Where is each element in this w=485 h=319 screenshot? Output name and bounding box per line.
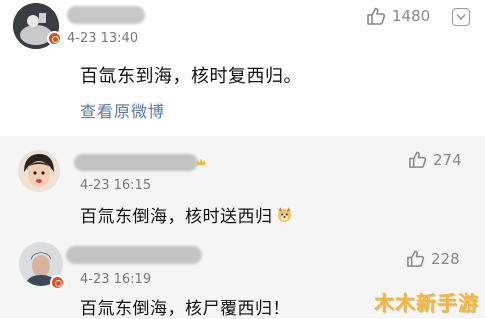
avatar[interactable] [18,150,60,192]
dog-emoji-icon [277,207,291,223]
username-redacted [67,6,145,24]
chevron-down-icon [456,13,466,21]
username-redacted [74,154,198,171]
reply-text: 百氚东倒海，核时送西归 [80,207,273,227]
verified-badge-icon [47,31,62,46]
like-button[interactable]: 1480 [366,6,430,26]
reply-text: 百氚东倒海，核尸覆西归！ [80,299,290,319]
crown-icon [197,158,205,165]
like-button[interactable]: 274 [408,150,462,169]
reply-text-row: 百氚东倒海，核时送西归 [80,202,293,227]
verified-badge-icon [50,275,65,290]
view-original-link[interactable]: 查看原微博 [80,98,165,122]
like-count: 274 [433,150,462,169]
thumbs-up-icon [409,151,427,168]
thumbs-up-icon [407,250,425,267]
thumbs-up-icon [367,7,386,25]
like-count: 1480 [392,7,431,25]
username-redacted [66,246,202,264]
comment-time: 4-23 13:40 [67,31,139,46]
like-button[interactable]: 228 [406,249,460,268]
like-count: 228 [431,249,460,268]
reply-time: 4-23 16:15 [80,178,152,193]
comment-menu-button[interactable] [452,8,470,26]
main-comment: 4-23 13:40 1480 百氙东到海，核时复西归。 查看原微博 [0,0,485,136]
reply-time: 4-23 16:19 [80,272,152,287]
comment-text: 百氙东到海，核时复西归。 [80,66,302,87]
watermark: 木木新手游 [374,291,479,315]
